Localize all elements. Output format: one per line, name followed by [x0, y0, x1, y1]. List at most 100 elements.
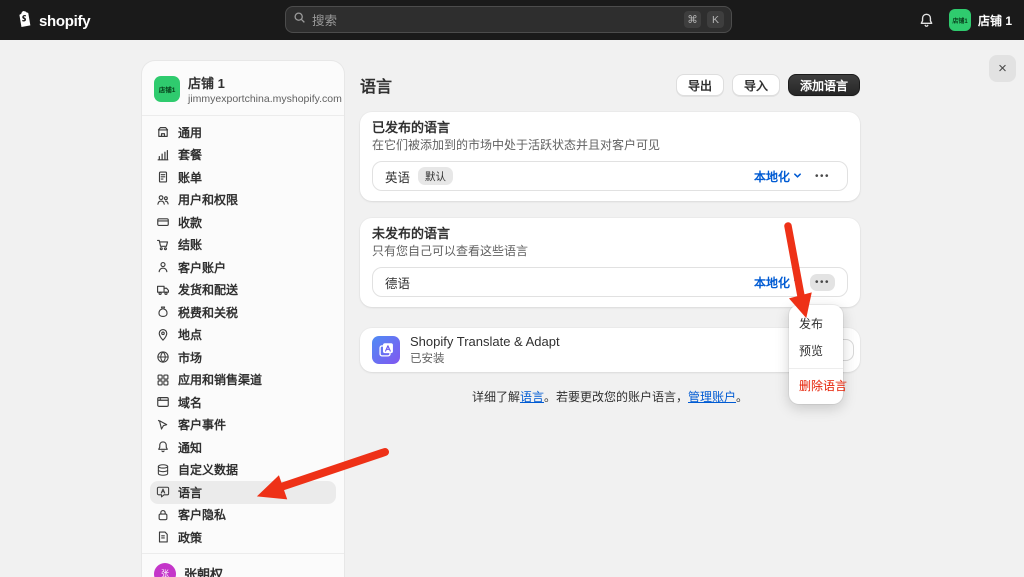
notifications-bell-icon[interactable] [918, 12, 935, 29]
chevron-down-icon [793, 275, 802, 289]
bell-icon [156, 440, 170, 454]
sidebar-item-custom-data[interactable]: 自定义数据 [150, 459, 336, 482]
translate-adapt-app-icon [372, 336, 400, 364]
person-icon [156, 260, 170, 274]
search-icon [293, 11, 306, 29]
sidebar-item-label: 套餐 [178, 146, 202, 163]
sidebar-item-markets[interactable]: 市场 [150, 346, 336, 369]
sidebar-item-taxes-duties[interactable]: 税费和关税 [150, 301, 336, 324]
cart-icon [156, 238, 170, 252]
language-name: 英语 [385, 167, 410, 186]
cmd-key-badge: ⌘ [684, 11, 701, 28]
apps-grid-icon [156, 373, 170, 387]
footer-note: 详细了解语言。若要更改您的账户语言，管理账户。 [360, 388, 860, 405]
translate-adapt-app-card: Shopify Translate & Adapt 已安装 [360, 328, 860, 372]
user-avatar: 张 [154, 563, 176, 577]
menu-item-publish[interactable]: 发布 [789, 310, 843, 337]
search-input[interactable]: 搜索 ⌘ K [285, 6, 732, 33]
page-title: 语言 [360, 73, 392, 97]
more-actions-icon[interactable]: ••• [810, 168, 835, 185]
sidebar-item-checkout[interactable]: 结账 [150, 234, 336, 257]
sidebar-item-plan[interactable]: 套餐 [150, 144, 336, 167]
k-key-badge: K [707, 11, 724, 28]
sidebar-item-label: 地点 [178, 326, 202, 343]
truck-icon [156, 283, 170, 297]
sidebar-item-customer-accounts[interactable]: 客户账户 [150, 256, 336, 279]
localize-button[interactable]: 本地化 [754, 274, 802, 291]
cursor-icon [156, 418, 170, 432]
store-icon [156, 125, 170, 139]
sidebar-item-label: 客户隐私 [178, 506, 226, 523]
sidebar-item-label: 客户账户 [178, 259, 226, 276]
sidebar-item-apps-channels[interactable]: 应用和销售渠道 [150, 369, 336, 392]
languages-help-link[interactable]: 语言 [520, 390, 544, 404]
menu-item-preview[interactable]: 预览 [789, 337, 843, 364]
sidebar-item-label: 发货和配送 [178, 281, 238, 298]
sidebar-item-general[interactable]: 通用 [150, 121, 336, 144]
sidebar-item-notifications[interactable]: 通知 [150, 436, 336, 459]
sidebar-item-customer-privacy[interactable]: 客户隐私 [150, 504, 336, 527]
settings-nav: 通用套餐账单用户和权限收款结账客户账户发货和配送税费和关税地点市场应用和销售渠道… [142, 116, 344, 549]
sidebar-item-label: 通用 [178, 124, 202, 141]
settings-modal: × 店铺1 店铺 1 jimmyexportchina.myshopify.co… [0, 40, 1024, 577]
payments-icon [156, 215, 170, 229]
export-button[interactable]: 导出 [676, 74, 724, 96]
close-icon[interactable]: × [989, 55, 1016, 82]
manage-account-link[interactable]: 管理账户 [688, 390, 736, 404]
store-avatar: 店铺1 [949, 9, 971, 31]
sidebar-item-billing[interactable]: 账单 [150, 166, 336, 189]
sidebar-item-label: 域名 [178, 394, 202, 411]
app-title: Shopify Translate & Adapt [410, 334, 560, 349]
sidebar-item-users-permissions[interactable]: 用户和权限 [150, 189, 336, 212]
sidebar-item-label: 政策 [178, 529, 202, 546]
language-row-english: 英语 默认 本地化 ••• [372, 161, 848, 191]
globe-icon [156, 350, 170, 364]
document-icon [156, 530, 170, 544]
sidebar-item-label: 税费和关税 [178, 304, 238, 321]
app-status: 已安装 [410, 350, 560, 366]
settings-sidebar: 店铺1 店铺 1 jimmyexportchina.myshopify.com … [141, 60, 345, 577]
sidebar-item-policies[interactable]: 政策 [150, 526, 336, 549]
language-name: 德语 [385, 273, 410, 292]
localize-button[interactable]: 本地化 [754, 168, 802, 185]
sidebar-item-locations[interactable]: 地点 [150, 324, 336, 347]
card-subtitle: 在它们被添加到的市场中处于活跃状态并且对客户可见 [372, 138, 848, 153]
unpublished-languages-card: 未发布的语言 只有您自己可以查看这些语言 德语 本地化 ••• [360, 218, 860, 307]
users-icon [156, 193, 170, 207]
sidebar-item-label: 用户和权限 [178, 191, 238, 208]
browser-icon [156, 395, 170, 409]
more-actions-icon[interactable]: ••• [810, 274, 835, 291]
sidebar-item-payments[interactable]: 收款 [150, 211, 336, 234]
sidebar-item-shipping-delivery[interactable]: 发货和配送 [150, 279, 336, 302]
search-placeholder: 搜索 [312, 10, 678, 29]
store-avatar: 店铺1 [154, 76, 180, 102]
sidebar-item-label: 结账 [178, 236, 202, 253]
account-menu[interactable]: 店铺1 店铺 1 [949, 9, 1012, 31]
shopify-wordmark: shopify [39, 13, 90, 30]
sidebar-item-label: 账单 [178, 169, 202, 186]
default-badge: 默认 [418, 167, 453, 185]
billing-icon [156, 170, 170, 184]
store-domain: jimmyexportchina.myshopify.com [188, 93, 342, 105]
sidebar-item-label: 收款 [178, 214, 202, 231]
location-pin-icon [156, 328, 170, 342]
import-button[interactable]: 导入 [732, 74, 780, 96]
store-name: 店铺 1 [188, 73, 342, 92]
menu-item-delete-language[interactable]: 删除语言 [789, 368, 843, 399]
add-language-button[interactable]: 添加语言 [788, 74, 860, 96]
database-icon [156, 463, 170, 477]
plan-icon [156, 148, 170, 162]
user-name: 张朝权 [184, 564, 223, 577]
sidebar-item-domains[interactable]: 域名 [150, 391, 336, 414]
account-store-label: 店铺 1 [978, 12, 1012, 29]
language-actions-menu: 发布预览删除语言 [789, 305, 843, 404]
sidebar-item-languages[interactable]: 语言 [150, 481, 336, 504]
sidebar-item-label: 客户事件 [178, 416, 226, 433]
shopify-logo: shopify [14, 9, 90, 34]
chevron-down-icon [793, 169, 802, 183]
sidebar-item-customer-events[interactable]: 客户事件 [150, 414, 336, 437]
sidebar-item-label: 自定义数据 [178, 461, 238, 478]
sidebar-item-label: 语言 [178, 484, 202, 501]
sidebar-user-row[interactable]: 张 张朝权 [142, 553, 344, 577]
language-row-german: 德语 本地化 ••• [372, 267, 848, 297]
